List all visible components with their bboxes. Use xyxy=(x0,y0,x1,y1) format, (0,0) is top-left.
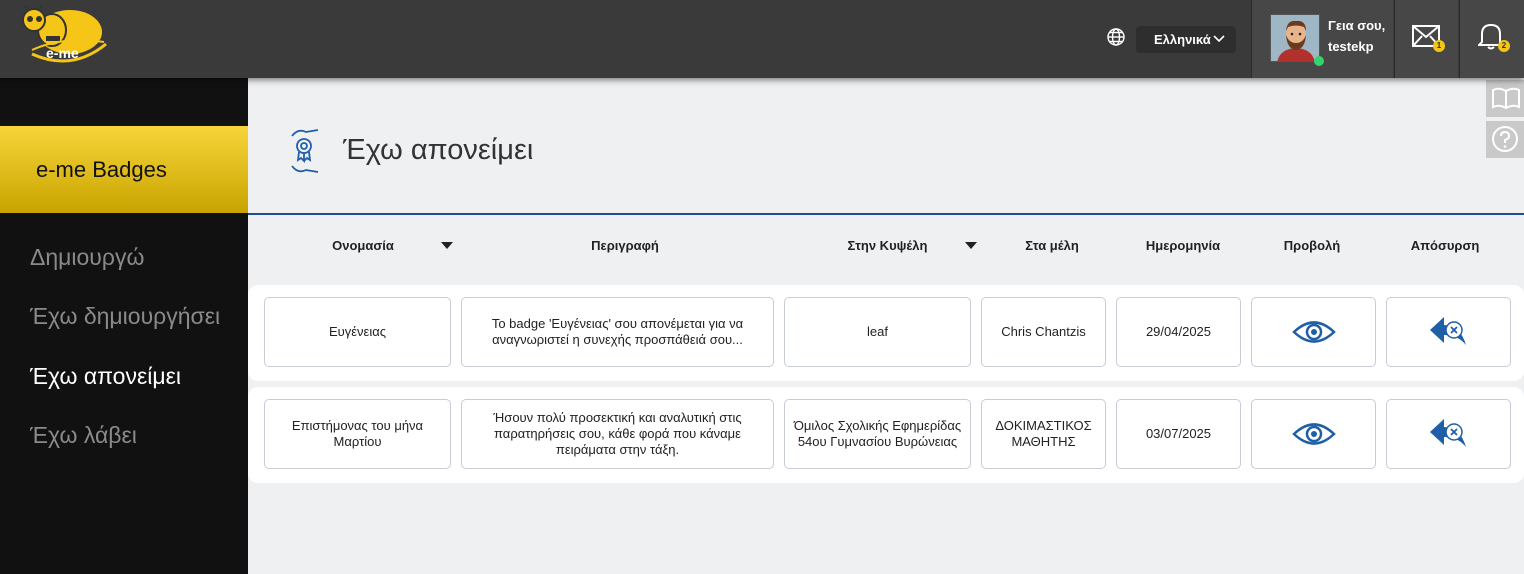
notification-count-badge: 2 xyxy=(1498,40,1510,52)
sidebar-item-received[interactable]: Έχω λάβει xyxy=(30,422,137,449)
mail-count-badge: 1 xyxy=(1433,40,1445,52)
messages-button[interactable]: 1 xyxy=(1394,0,1458,78)
avatar xyxy=(1270,14,1320,62)
user-menu[interactable]: Γεια σου, testekp xyxy=(1251,0,1393,78)
online-status-dot xyxy=(1314,56,1324,66)
badge-description-cell: Το badge 'Ευγένειας' σου απονέμεται για … xyxy=(461,297,774,367)
greeting-text: Γεια σου, xyxy=(1328,18,1386,33)
column-header-hive[interactable]: Στην Κυψέλη xyxy=(840,238,935,253)
language-label: Ελληνικά xyxy=(1154,32,1211,47)
revoke-button[interactable] xyxy=(1386,297,1511,367)
badge-name-cell: Ευγένειας xyxy=(264,297,451,367)
badge-description-cell: Ήσουν πολύ προσεκτική και αναλυτική στις… xyxy=(461,399,774,469)
hive-cell: leaf xyxy=(784,297,971,367)
help-icon xyxy=(1492,126,1518,152)
chevron-down-icon xyxy=(1212,33,1226,45)
sidebar-title[interactable]: e-me Badges xyxy=(0,126,248,213)
help-button[interactable] xyxy=(1486,121,1524,158)
sort-hive-icon[interactable] xyxy=(965,242,977,249)
award-hand-icon xyxy=(288,126,324,174)
book-icon xyxy=(1492,87,1520,110)
user-greeting: Γεια σου, testekp xyxy=(1328,15,1385,57)
members-cell: ΔΟΚΙΜΑΣΤΙΚΟΣ ΜΑΘΗΤΗΣ xyxy=(981,399,1106,469)
e-me-logo[interactable]: e-me xyxy=(12,1,108,70)
column-header-members: Στα μέλη xyxy=(1025,238,1079,253)
date-cell: 03/07/2025 xyxy=(1116,399,1241,469)
eye-icon xyxy=(1291,321,1336,343)
revoke-icon xyxy=(1429,317,1466,345)
page-title: Έχω απονείμει xyxy=(343,134,534,166)
view-button[interactable] xyxy=(1251,399,1376,469)
eye-icon xyxy=(1291,423,1336,445)
sidebar: e-me Badges Δημιουργώ Έχω δημιουργήσει Έ… xyxy=(0,78,248,574)
page-header: Έχω απονείμει xyxy=(248,78,1524,215)
manual-button[interactable] xyxy=(1486,80,1524,117)
hive-cell: Όμιλος Σχολικής Εφημερίδας 54ου Γυμνασίο… xyxy=(784,399,971,469)
sidebar-item-awarded[interactable]: Έχω απονείμει xyxy=(30,363,181,390)
column-header-name[interactable]: Ονομασία xyxy=(330,238,396,253)
sort-name-icon[interactable] xyxy=(441,242,453,249)
revoke-button[interactable] xyxy=(1386,399,1511,469)
revoke-icon xyxy=(1429,419,1466,447)
badge-name-cell: Επιστήμονας του μήνα Μαρτίου xyxy=(264,399,451,469)
globe-icon[interactable] xyxy=(1106,27,1126,47)
notifications-button[interactable]: 2 xyxy=(1459,0,1524,78)
language-select[interactable]: Ελληνικά xyxy=(1136,26,1236,53)
column-header-view: Προβολή xyxy=(1283,238,1341,253)
column-header-revoke: Απόσυρση xyxy=(1410,238,1480,253)
sidebar-item-create[interactable]: Δημιουργώ xyxy=(30,244,144,271)
sidebar-item-created[interactable]: Έχω δημιουργήσει xyxy=(30,303,220,330)
table-row: Ευγένειας Το badge 'Ευγένειας' σου απονέ… xyxy=(248,285,1524,381)
column-header-date: Ημερομηνία xyxy=(1145,238,1221,253)
date-cell: 29/04/2025 xyxy=(1116,297,1241,367)
table-row: Επιστήμονας του μήνα Μαρτίου Ήσουν πολύ … xyxy=(248,387,1524,483)
members-cell: Chris Chantzis xyxy=(981,297,1106,367)
top-bar: e-me Ελληνικά Γεια σου, testekp 1 2 xyxy=(0,0,1524,78)
view-button[interactable] xyxy=(1251,297,1376,367)
column-header-description: Περιγραφή xyxy=(591,238,659,253)
logo-text: e-me xyxy=(46,45,79,61)
username-text: testekp xyxy=(1328,39,1374,54)
